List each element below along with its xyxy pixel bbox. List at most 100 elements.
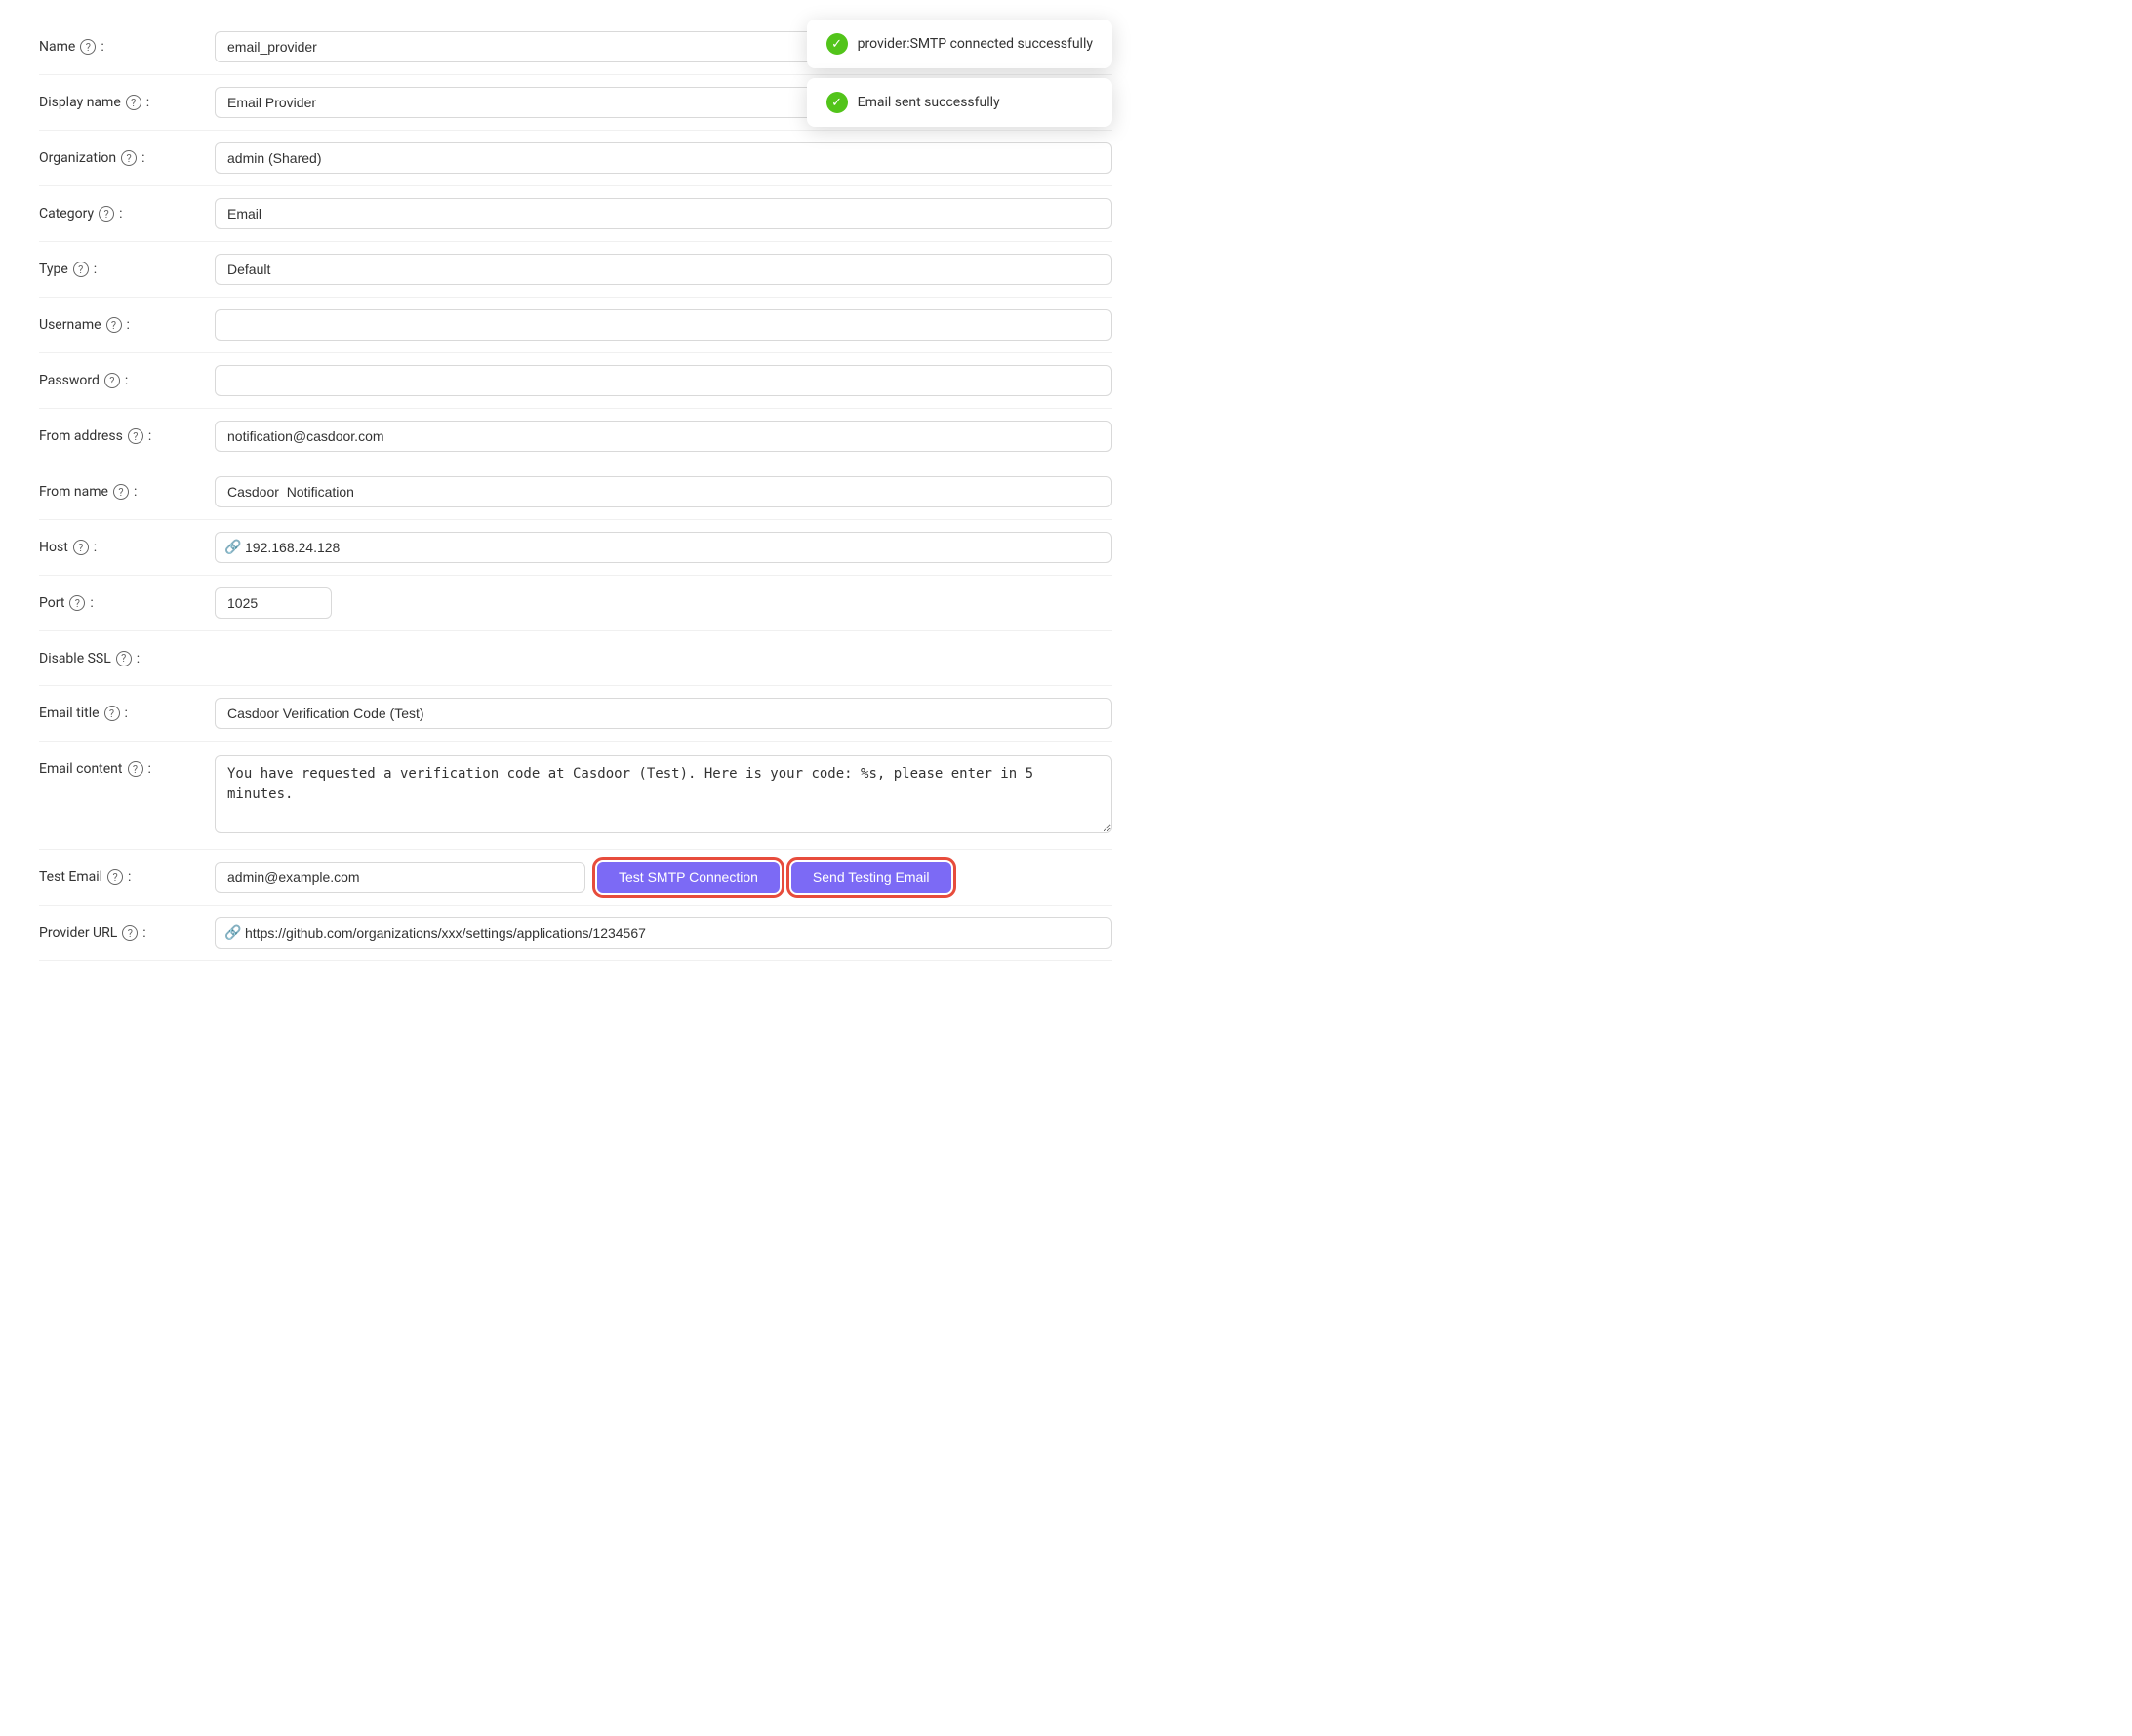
password-input[interactable] — [215, 365, 1112, 396]
email-content-label: Email content ? : — [39, 755, 215, 777]
test-email-label-text: Test Email — [39, 869, 102, 885]
provider-url-label: Provider URL ? : — [39, 925, 215, 941]
port-input[interactable] — [215, 587, 332, 619]
email-content-label-text: Email content — [39, 761, 123, 777]
email-success-toast: ✓ Email sent successfully — [807, 78, 1112, 127]
test-email-help-icon[interactable]: ? — [107, 869, 123, 885]
username-label: Username ? : — [39, 317, 215, 333]
username-label-text: Username — [39, 317, 101, 333]
provider-url-row: Provider URL ? : 🔗 — [39, 906, 1112, 961]
from-name-input[interactable] — [215, 476, 1112, 507]
name-help-icon[interactable]: ? — [80, 39, 96, 55]
test-email-input[interactable] — [215, 862, 585, 893]
organization-label-text: Organization — [39, 150, 116, 166]
port-row: Port ? : — [39, 576, 1112, 631]
disable-ssl-help-icon[interactable]: ? — [116, 651, 132, 666]
host-help-icon[interactable]: ? — [73, 540, 89, 555]
category-help-icon[interactable]: ? — [99, 206, 114, 222]
link-icon: 🔗 — [224, 540, 241, 555]
username-help-icon[interactable]: ? — [106, 317, 122, 333]
host-label-text: Host — [39, 540, 68, 555]
password-label: Password ? : — [39, 373, 215, 388]
send-testing-email-button[interactable]: Send Testing Email — [791, 862, 951, 893]
from-name-label-text: From name — [39, 484, 108, 500]
type-label-text: Type — [39, 262, 68, 277]
provider-url-label-text: Provider URL — [39, 925, 117, 941]
organization-row: Organization ? : — [39, 131, 1112, 186]
email-success-icon: ✓ — [826, 92, 848, 113]
password-label-text: Password — [39, 373, 100, 388]
password-control — [215, 365, 1112, 396]
smtp-toast-message: provider:SMTP connected successfully — [858, 36, 1093, 52]
provider-url-input[interactable] — [215, 917, 1112, 949]
type-input[interactable] — [215, 254, 1112, 285]
category-row: Category ? : — [39, 186, 1112, 242]
disable-ssl-label-text: Disable SSL — [39, 651, 111, 666]
organization-input[interactable] — [215, 142, 1112, 174]
from-address-label: From address ? : — [39, 428, 215, 444]
username-input[interactable] — [215, 309, 1112, 341]
from-name-label: From name ? : — [39, 484, 215, 500]
display-name-label: Display name ? : — [39, 95, 215, 110]
test-email-row: Test Email ? : Test SMTP Connection Send… — [39, 850, 1112, 906]
email-title-label: Email title ? : — [39, 706, 215, 721]
category-label: Category ? : — [39, 206, 215, 222]
from-address-control — [215, 421, 1112, 452]
host-row: Host ? : 🔗 — [39, 520, 1112, 576]
from-name-help-icon[interactable]: ? — [113, 484, 129, 500]
host-input-wrapper: 🔗 — [215, 532, 1112, 563]
port-label: Port ? : — [39, 595, 215, 611]
display-name-help-icon[interactable]: ? — [126, 95, 141, 110]
test-smtp-button[interactable]: Test SMTP Connection — [597, 862, 780, 893]
port-help-icon[interactable]: ? — [69, 595, 85, 611]
email-content-row: Email content ? : You have requested a v… — [39, 742, 1112, 850]
form-container: ✓ provider:SMTP connected successfully ✓… — [39, 20, 1112, 961]
from-address-row: From address ? : — [39, 409, 1112, 464]
type-row: Type ? : — [39, 242, 1112, 298]
email-title-label-text: Email title — [39, 706, 100, 721]
type-control — [215, 254, 1112, 285]
category-label-text: Category — [39, 206, 94, 222]
password-row: Password ? : — [39, 353, 1112, 409]
email-content-control: You have requested a verification code a… — [215, 755, 1112, 837]
disable-ssl-row: Disable SSL ? : — [39, 631, 1112, 686]
host-control: 🔗 — [215, 532, 1112, 563]
password-help-icon[interactable]: ? — [104, 373, 120, 388]
display-name-label-text: Display name — [39, 95, 121, 110]
email-title-control — [215, 698, 1112, 729]
email-title-input[interactable] — [215, 698, 1112, 729]
username-control — [215, 309, 1112, 341]
email-content-help-icon[interactable]: ? — [128, 761, 143, 777]
from-address-help-icon[interactable]: ? — [128, 428, 143, 444]
test-email-controls: Test SMTP Connection Send Testing Email — [215, 862, 1112, 893]
email-title-row: Email title ? : — [39, 686, 1112, 742]
smtp-success-toast: ✓ provider:SMTP connected successfully — [807, 20, 1112, 68]
provider-url-control: 🔗 — [215, 917, 1112, 949]
type-label: Type ? : — [39, 262, 215, 277]
from-address-input[interactable] — [215, 421, 1112, 452]
category-input[interactable] — [215, 198, 1112, 229]
host-input[interactable] — [215, 532, 1112, 563]
email-title-help-icon[interactable]: ? — [104, 706, 120, 721]
port-control — [215, 587, 1112, 619]
test-email-label: Test Email ? : — [39, 869, 215, 885]
category-control — [215, 198, 1112, 229]
name-label: Name ? : — [39, 39, 215, 55]
organization-label: Organization ? : — [39, 150, 215, 166]
port-label-text: Port — [39, 595, 64, 611]
email-toast-message: Email sent successfully — [858, 95, 1000, 110]
smtp-success-icon: ✓ — [826, 33, 848, 55]
from-name-control — [215, 476, 1112, 507]
from-name-row: From name ? : — [39, 464, 1112, 520]
provider-url-link-icon: 🔗 — [224, 925, 241, 941]
provider-url-wrapper: 🔗 — [215, 917, 1112, 949]
username-row: Username ? : — [39, 298, 1112, 353]
name-label-text: Name — [39, 39, 75, 55]
disable-ssl-control — [215, 651, 1112, 666]
type-help-icon[interactable]: ? — [73, 262, 89, 277]
email-content-textarea[interactable]: You have requested a verification code a… — [215, 755, 1112, 833]
provider-url-help-icon[interactable]: ? — [122, 925, 138, 941]
organization-help-icon[interactable]: ? — [121, 150, 137, 166]
organization-control — [215, 142, 1112, 174]
from-address-label-text: From address — [39, 428, 123, 444]
